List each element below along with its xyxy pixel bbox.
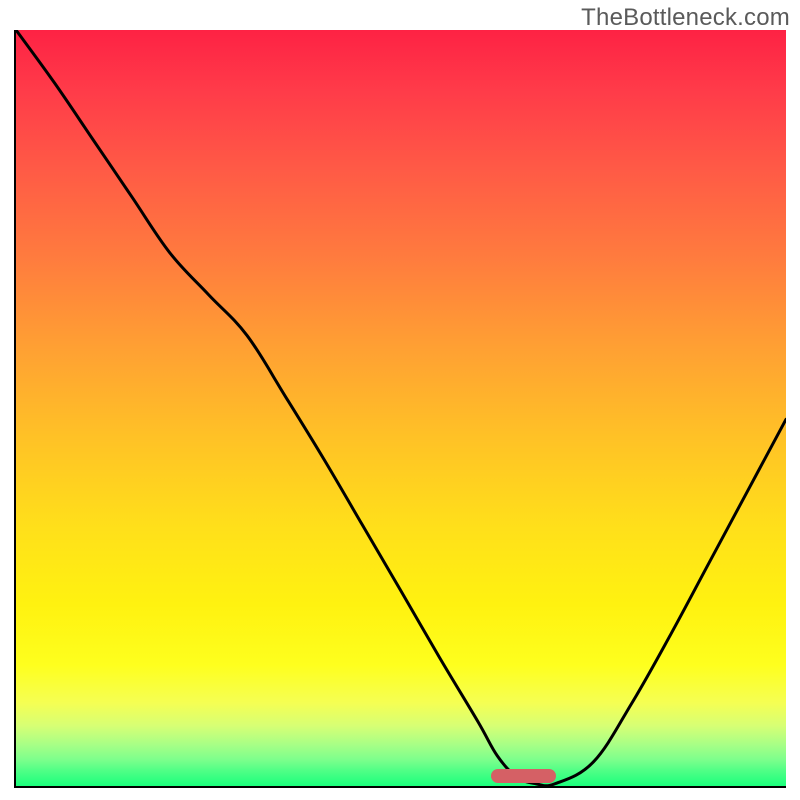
chart-container bbox=[14, 30, 786, 788]
optimal-range-marker bbox=[491, 769, 557, 783]
watermark-text: TheBottleneck.com bbox=[581, 4, 790, 32]
bottleneck-curve bbox=[16, 30, 786, 786]
chart-svg bbox=[16, 30, 786, 786]
